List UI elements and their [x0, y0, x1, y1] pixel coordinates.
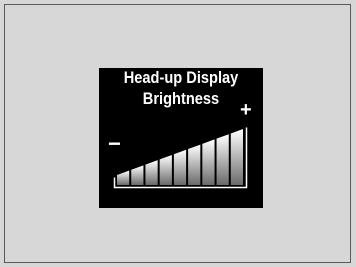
brightness-segment: [188, 144, 201, 185]
brightness-segment: [230, 129, 243, 185]
brightness-segment: [131, 165, 144, 185]
brightness-segment: [159, 154, 172, 185]
increase-brightness-icon[interactable]: +: [240, 100, 252, 120]
title-line-2: Brightness: [142, 89, 220, 108]
brightness-segment: [202, 139, 215, 185]
hud-brightness-panel: Head-up Display Brightness − +: [99, 68, 263, 208]
brightness-segment: [173, 149, 187, 185]
brightness-segment: [216, 134, 229, 185]
brightness-level-gauge[interactable]: [113, 125, 249, 191]
brightness-segment: [145, 160, 158, 185]
title-line-1: Head-up Display: [123, 68, 239, 87]
gauge-segments: [117, 129, 243, 185]
brightness-segment: [117, 170, 130, 185]
